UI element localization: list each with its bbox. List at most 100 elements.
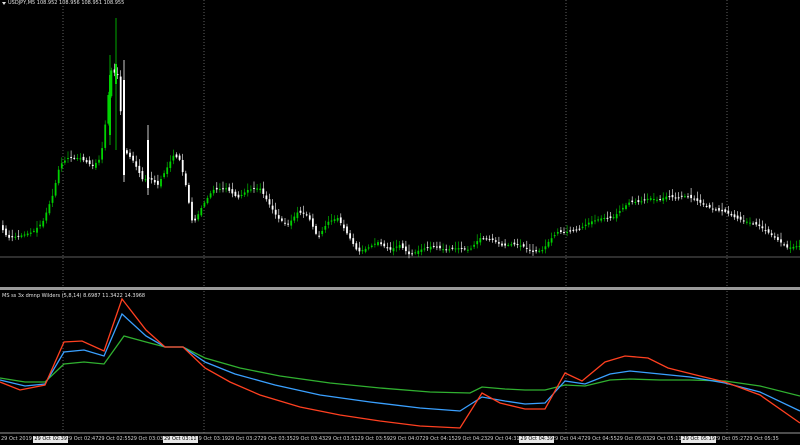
candle <box>2 225 4 231</box>
candle <box>206 197 209 204</box>
candle <box>109 75 111 135</box>
candle <box>653 199 655 201</box>
candle <box>91 164 94 166</box>
time-axis-label: 29 Oct 04:23 <box>454 436 488 442</box>
candle <box>556 232 559 234</box>
price-chart-area[interactable] <box>0 0 800 445</box>
candle <box>203 202 206 207</box>
indicator-line-green <box>0 335 800 397</box>
candle <box>426 247 429 249</box>
candle <box>454 248 457 250</box>
candle <box>315 225 317 234</box>
candle <box>339 217 342 223</box>
candle <box>240 194 243 196</box>
candle <box>510 244 513 246</box>
candle <box>541 250 544 252</box>
candle <box>439 245 441 249</box>
time-axis-label: 29 Oct 03:59 <box>357 436 390 442</box>
candle <box>395 246 398 248</box>
candle <box>575 229 578 231</box>
candle <box>57 169 60 184</box>
candle <box>777 237 779 241</box>
candle <box>631 200 634 202</box>
candle <box>507 244 510 246</box>
candle <box>566 232 568 233</box>
candle <box>730 213 733 216</box>
candle <box>702 203 705 205</box>
candle <box>144 179 147 181</box>
candle <box>718 208 720 211</box>
candle <box>290 220 293 226</box>
candle <box>538 250 541 252</box>
candle <box>764 230 767 232</box>
candle <box>625 205 627 209</box>
candle <box>783 244 785 246</box>
candle <box>383 243 386 247</box>
candle <box>181 159 184 173</box>
candle <box>358 247 361 252</box>
candle <box>525 247 528 249</box>
time-axis-label: 29 Oct 2019 <box>1 436 32 442</box>
candle <box>665 196 668 200</box>
time-axis-label: 29 Oct 04:15 <box>422 436 455 442</box>
candle <box>60 163 63 169</box>
candle <box>73 157 76 159</box>
candle <box>150 178 153 180</box>
candle <box>417 250 420 254</box>
candle <box>420 249 423 252</box>
time-axis-label: 29 Oct 03:19 <box>195 436 228 442</box>
candle <box>516 244 519 246</box>
candle <box>494 240 497 242</box>
candle <box>736 215 739 219</box>
candle <box>153 180 156 183</box>
candle <box>70 156 72 158</box>
candle <box>606 217 609 219</box>
candle <box>333 219 336 221</box>
candle <box>380 242 382 245</box>
candle <box>414 252 417 254</box>
candle <box>684 196 686 198</box>
time-axis-label: 29 Oct 05:27 <box>713 436 747 442</box>
candle <box>268 199 271 205</box>
candle <box>479 238 482 243</box>
candle <box>609 216 612 218</box>
candle <box>132 155 134 161</box>
candle <box>147 140 149 188</box>
candle <box>501 243 503 246</box>
candle <box>674 197 677 199</box>
candle <box>649 198 652 200</box>
candle <box>370 245 373 248</box>
candle <box>215 187 218 190</box>
candle <box>773 236 776 238</box>
candle <box>302 212 305 214</box>
candle <box>184 173 187 185</box>
candle <box>749 222 751 224</box>
candle <box>392 248 395 252</box>
candle <box>321 230 324 235</box>
candle <box>200 208 203 216</box>
candle <box>219 188 221 190</box>
candle <box>209 193 212 198</box>
candle <box>578 228 581 230</box>
time-axis-label: 29 Oct 03:03 <box>130 436 164 442</box>
candle <box>615 214 618 219</box>
candle <box>733 214 736 218</box>
candle <box>51 195 54 203</box>
candle <box>792 246 795 249</box>
candle <box>411 253 413 255</box>
candle <box>367 247 370 249</box>
candle <box>693 198 696 200</box>
candle <box>163 173 165 178</box>
candle <box>101 148 103 160</box>
candle <box>560 230 562 232</box>
chart-window[interactable]: USDJPY,M5 108.952 108.956 108.951 108.95… <box>0 0 800 445</box>
candle <box>308 215 311 220</box>
time-axis-label: 29 Oct 05:03 <box>616 436 650 442</box>
candle <box>488 238 491 240</box>
candle <box>212 189 215 194</box>
candle <box>711 208 714 210</box>
candle <box>646 198 649 200</box>
candle <box>789 247 792 249</box>
candle <box>277 215 280 219</box>
time-axis-label: 29 Oct 04:47 <box>551 436 585 442</box>
